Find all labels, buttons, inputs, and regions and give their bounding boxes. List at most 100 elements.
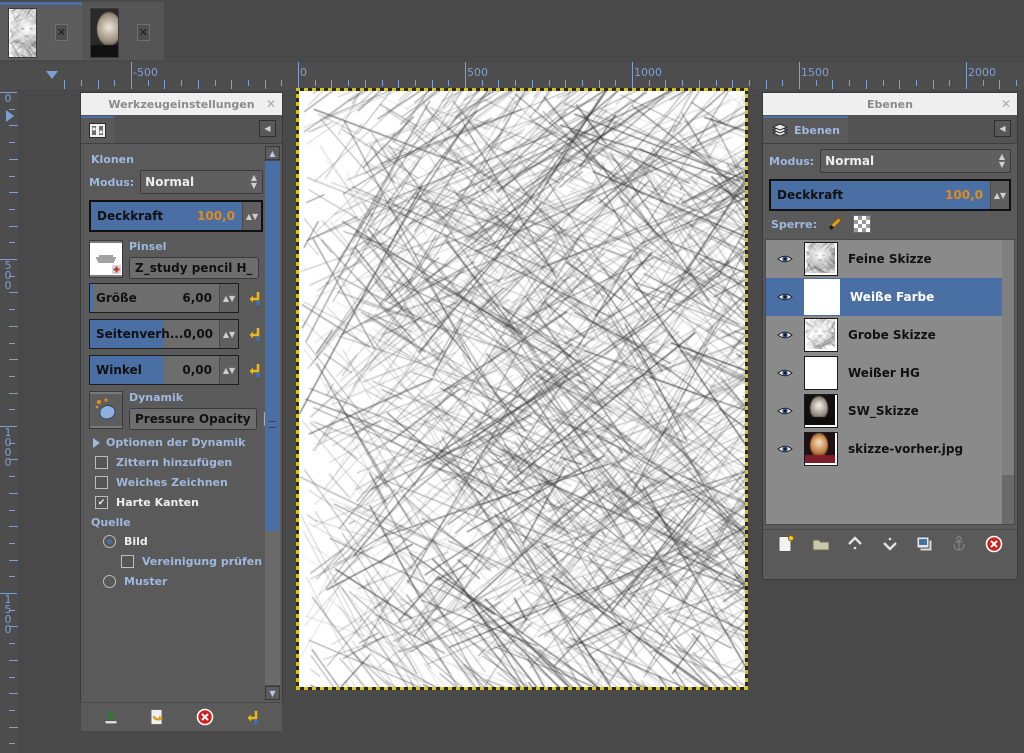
ruler-tick [181, 80, 182, 86]
source-option-bild[interactable]: Bild [103, 535, 263, 548]
layers-menu-button[interactable]: ◀ [994, 120, 1011, 137]
layer-row[interactable]: Grobe Skizze [766, 316, 1014, 354]
restore-tool-preset-icon[interactable] [149, 708, 167, 726]
ruler-tick [9, 710, 15, 711]
ruler-tick [799, 62, 800, 89]
layers-mode-label: Modus: [769, 155, 814, 168]
ruler-tick [9, 626, 18, 627]
slider-1-reset-icon[interactable] [245, 325, 263, 343]
dynamics-options-expander[interactable]: Optionen der Dynamik [93, 436, 263, 449]
slider-1[interactable]: Seitenverh...0,00▲▼ [89, 319, 239, 349]
image-tab-2[interactable]: ✕ [82, 2, 164, 60]
layer-list[interactable]: Feine Skizze Weiße Farbe Grobe Skizze We… [765, 239, 1015, 525]
check-option-2[interactable]: ✔Harte Kanten [95, 496, 263, 509]
scrollbar-track[interactable] [265, 161, 280, 685]
new-layer-group-icon[interactable] [811, 535, 831, 553]
dynamics-thumbnail[interactable] [89, 391, 123, 429]
layer-visibility-eye-icon[interactable] [766, 405, 804, 417]
ruler-tick [9, 276, 15, 277]
scroll-down-icon[interactable]: ▼ [265, 686, 280, 700]
tool-options-body: Klonen Modus: Normal ▲▼ Deckkraft 100,0 … [81, 144, 282, 702]
opacity-slider[interactable]: Deckkraft 100,0 ▲▼ [91, 202, 261, 230]
ruler-tick [782, 80, 783, 86]
mode-combobox[interactable]: Normal ▲▼ [140, 170, 263, 194]
raise-layer-icon[interactable] [845, 535, 865, 553]
slider-0-reset-icon[interactable] [245, 289, 263, 307]
source-option-muster[interactable]: Muster [103, 575, 263, 588]
ruler-tick [9, 727, 18, 728]
layers-icon [771, 123, 789, 138]
dynamics-options-label: Optionen der Dynamik [106, 436, 245, 449]
lock-alpha-checker-icon[interactable] [853, 215, 871, 233]
check-option-1[interactable]: Weiches Zeichnen [95, 476, 263, 489]
layer-visibility-eye-icon[interactable] [766, 329, 804, 341]
tab-tool-options[interactable] [81, 116, 114, 143]
lower-layer-icon[interactable] [880, 535, 900, 553]
layer-list-scrollbar[interactable] [1002, 240, 1014, 524]
layer-row[interactable]: SW_Skizze [766, 392, 1014, 430]
brush-row: Pinsel Z_study pencil H_ [89, 240, 263, 279]
brush-thumbnail[interactable] [89, 240, 123, 278]
layer-visibility-eye-icon[interactable] [766, 253, 804, 265]
reset-tool-options-icon[interactable] [243, 708, 261, 726]
slider-2[interactable]: Winkel0,00▲▼ [89, 355, 239, 385]
check-option-0[interactable]: Zittern hinzufügen [95, 456, 263, 469]
delete-tool-preset-icon[interactable] [196, 708, 214, 726]
layer-visibility-eye-icon[interactable] [766, 367, 804, 379]
layers-close-icon[interactable]: ✕ [1001, 97, 1011, 111]
ruler-tick [9, 343, 15, 344]
ruler-tick [9, 209, 15, 210]
image-tab-2-close-icon[interactable]: ✕ [137, 24, 150, 41]
brush-value[interactable]: Z_study pencil H_ [129, 257, 259, 279]
lock-pixels-brush-icon[interactable] [827, 216, 843, 232]
ruler-tick [9, 309, 15, 310]
tool-options-titlebar: Werkzeugeinstellungen ✕ [81, 93, 282, 115]
mode-label: Modus: [89, 176, 134, 189]
image-tab-1[interactable]: ✕ [0, 2, 82, 60]
layers-title: Ebenen [867, 98, 913, 111]
duplicate-layer-icon[interactable] [915, 535, 935, 553]
ruler-tick [1016, 80, 1017, 86]
layers-mode-combobox[interactable]: Normal ▲▼ [820, 149, 1011, 173]
check-sample-merged[interactable]: Vereinigung prüfen [121, 555, 263, 568]
ruler-label: 1000 [2, 428, 14, 468]
layer-row[interactable]: Weiße Farbe [766, 278, 1014, 316]
scroll-up-icon[interactable]: ▲ [265, 146, 280, 160]
ruler-tick [9, 493, 18, 494]
vertical-ruler[interactable]: 050010001500 [0, 62, 18, 753]
layer-visibility-eye-icon[interactable] [766, 443, 804, 455]
ruler-label: 500 [467, 67, 488, 78]
ruler-tick [348, 80, 349, 86]
image-canvas[interactable] [296, 88, 748, 690]
scrollbar-thumb[interactable] [265, 161, 280, 531]
layers-opacity-slider[interactable]: Deckkraft 100,0 ▲▼ [771, 181, 1009, 209]
chevron-updown-icon: ▲▼ [999, 153, 1005, 169]
new-layer-icon[interactable] [776, 535, 796, 553]
layer-row[interactable]: Feine Skizze [766, 240, 1014, 278]
slider-2-reset-icon[interactable] [245, 361, 263, 379]
slider-0[interactable]: Größe6,00▲▼ [89, 283, 239, 313]
save-tool-preset-icon[interactable] [102, 708, 120, 726]
layers-dock: Ebenen ✕ Ebenen ◀ Modus: Normal ▲▼ [762, 92, 1018, 580]
tool-options-scrollbar[interactable]: ▲ ▼ [265, 146, 280, 700]
ruler-tick [9, 242, 15, 243]
layer-row[interactable]: skizze-vorher.jpg [766, 430, 1014, 468]
delete-layer-icon[interactable] [984, 535, 1004, 553]
anchor-layer-icon [949, 535, 969, 553]
layer-list-scrollbar-thumb[interactable] [1002, 240, 1014, 475]
image-tab-1-close-icon[interactable]: ✕ [55, 24, 68, 41]
ruler-tick [415, 80, 416, 86]
tool-options-menu-button[interactable]: ◀ [259, 120, 276, 137]
tool-options-footer [81, 702, 282, 731]
tab-layers[interactable]: Ebenen [763, 116, 848, 143]
tool-options-close-icon[interactable]: ✕ [266, 97, 276, 111]
ruler-tick [9, 176, 15, 177]
tab-layers-label: Ebenen [794, 124, 840, 137]
ruler-tick [98, 80, 99, 89]
dynamics-value[interactable]: Pressure Opacity [129, 408, 257, 430]
layer-visibility-eye-icon[interactable] [766, 291, 804, 303]
layer-row[interactable]: Weißer HG [766, 354, 1014, 392]
ruler-tick [248, 80, 249, 86]
ruler-tick [632, 62, 633, 89]
horizontal-ruler[interactable]: -5000500100015002000 [18, 62, 1024, 90]
